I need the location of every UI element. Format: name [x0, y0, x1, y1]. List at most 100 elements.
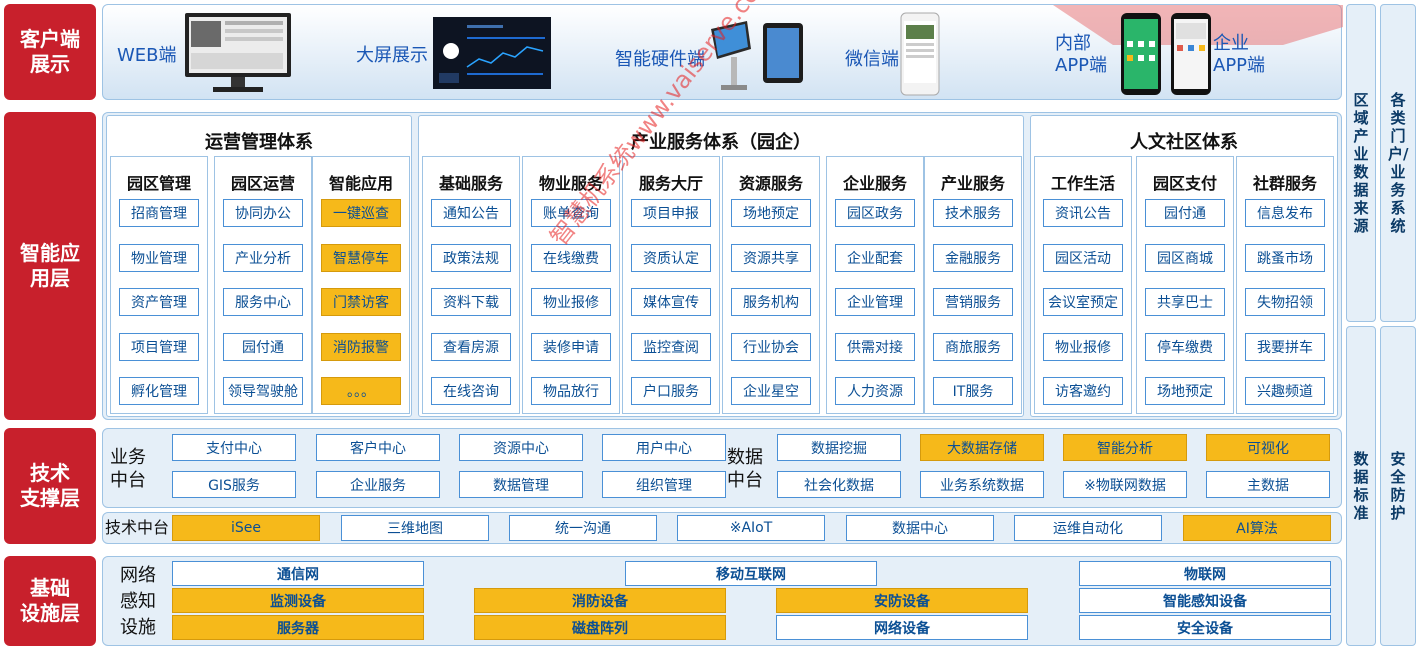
business-platform-pill[interactable]: 用户中心 [602, 434, 726, 461]
data-platform-pill[interactable]: 业务系统数据 [920, 471, 1044, 498]
infra-device-pill[interactable]: 智能感知设备 [1079, 588, 1331, 613]
infra-network-pill[interactable]: 移动互联网 [625, 561, 877, 586]
tech-platform-pill[interactable]: 数据中心 [846, 515, 994, 541]
app-item-pill[interactable]: 资产管理 [119, 288, 199, 316]
app-item-pill[interactable]: 商旅服务 [933, 332, 1013, 361]
app-item-pill[interactable]: 园付通 [223, 332, 303, 361]
infra-device-pill[interactable]: 磁盘阵列 [474, 615, 726, 640]
app-item-pill[interactable]: 领导驾驶舱 [223, 377, 303, 405]
app-item-pill[interactable]: 查看房源 [431, 332, 511, 361]
app-item-pill[interactable]: 账单查询 [531, 199, 611, 227]
app-item-pill[interactable]: 资质认定 [631, 243, 711, 272]
app-item-pill[interactable]: 户口服务 [631, 377, 711, 405]
app-item-pill[interactable]: 信息发布 [1245, 199, 1325, 227]
business-platform-pill[interactable]: 组织管理 [602, 471, 726, 498]
data-platform-pill[interactable]: 智能分析 [1063, 434, 1187, 461]
tech-platform-pill[interactable]: 三维地图 [341, 515, 489, 541]
app-item-pill[interactable]: 物业报修 [1043, 332, 1123, 361]
app-item-pill[interactable]: 一键巡查 [321, 199, 401, 227]
data-platform-pill[interactable]: 可视化 [1206, 434, 1330, 461]
monitor-icon [185, 13, 291, 92]
app-item-pill[interactable]: 停车缴费 [1145, 332, 1225, 361]
infra-network-pill[interactable]: 通信网 [172, 561, 424, 586]
tech-platform-pill[interactable]: ※AIoT [677, 515, 825, 541]
app-item-pill[interactable]: 资源共享 [731, 243, 811, 272]
business-platform-pill[interactable]: 支付中心 [172, 434, 296, 461]
app-item-pill[interactable]: 在线缴费 [531, 243, 611, 272]
column-box [214, 156, 312, 414]
app-item-pill[interactable]: 场地预定 [731, 199, 811, 227]
data-platform-pill[interactable]: 社会化数据 [777, 471, 901, 498]
app-item-pill[interactable]: 场地预定 [1145, 377, 1225, 405]
app-item-pill[interactable]: 园区商城 [1145, 243, 1225, 272]
app-item-pill[interactable]: 监控查阅 [631, 332, 711, 361]
data-platform-pill[interactable]: ※物联网数据 [1063, 471, 1187, 498]
data-platform-pill[interactable]: 大数据存储 [920, 434, 1044, 461]
app-item-pill[interactable]: 我要拼车 [1245, 332, 1325, 361]
app-item-pill[interactable]: 园区活动 [1043, 243, 1123, 272]
tech-platform-pill[interactable]: 运维自动化 [1014, 515, 1162, 541]
app-item-pill[interactable]: 项目申报 [631, 199, 711, 227]
app-item-pill[interactable]: 在线咨询 [431, 377, 511, 405]
app-item-pill[interactable]: 资讯公告 [1043, 199, 1123, 227]
app-item-pill[interactable]: 政策法规 [431, 243, 511, 272]
infra-device-pill[interactable]: 安防设备 [776, 588, 1028, 613]
app-item-pill[interactable]: 通知公告 [431, 199, 511, 227]
client-panel: WEB端 大屏展示 智能硬件端 微信端 内部 APP端 企业 APP端 [102, 4, 1343, 100]
infra-device-pill[interactable]: 安全设备 [1079, 615, 1331, 640]
business-platform-pill[interactable]: 资源中心 [459, 434, 583, 461]
app-item-pill[interactable]: 技术服务 [933, 199, 1013, 227]
app-item-pill[interactable]: 物业报修 [531, 288, 611, 316]
app-item-pill[interactable]: 物业管理 [119, 243, 199, 272]
app-item-pill[interactable]: 共享巴士 [1145, 288, 1225, 316]
app-item-pill[interactable]: 。。。 [321, 377, 401, 405]
app-item-pill[interactable]: 企业配套 [835, 243, 915, 272]
app-item-pill[interactable]: 供需对接 [835, 332, 915, 361]
app-item-pill[interactable]: 服务机构 [731, 288, 811, 316]
business-platform-pill[interactable]: 客户中心 [316, 434, 440, 461]
infra-network-pill[interactable]: 物联网 [1079, 561, 1331, 586]
app-item-pill[interactable]: IT服务 [933, 377, 1013, 405]
app-item-pill[interactable]: 兴趣频道 [1245, 377, 1325, 405]
business-platform-pill[interactable]: GIS服务 [172, 471, 296, 498]
data-platform-pill[interactable]: 数据挖掘 [777, 434, 901, 461]
infra-device-pill[interactable]: 监测设备 [172, 588, 424, 613]
app-item-pill[interactable]: 失物招领 [1245, 288, 1325, 316]
app-item-pill[interactable]: 行业协会 [731, 332, 811, 361]
app-item-pill[interactable]: 企业管理 [835, 288, 915, 316]
app-item-pill[interactable]: 项目管理 [119, 332, 199, 361]
app-item-pill[interactable]: 访客邀约 [1043, 377, 1123, 405]
app-item-pill[interactable]: 智慧停车 [321, 243, 401, 272]
infra-device-pill[interactable]: 消防设备 [474, 588, 726, 613]
app-item-pill[interactable]: 营销服务 [933, 288, 1013, 316]
app-item-pill[interactable]: 产业分析 [223, 243, 303, 272]
app-item-pill[interactable]: 会议室预定 [1043, 288, 1123, 316]
app-item-pill[interactable]: 物品放行 [531, 377, 611, 405]
app-item-pill[interactable]: 园付通 [1145, 199, 1225, 227]
business-platform-pill[interactable]: 企业服务 [316, 471, 440, 498]
column-title: 物业服务 [538, 174, 603, 193]
business-platform-pill[interactable]: 数据管理 [459, 471, 583, 498]
app-item-pill[interactable]: 招商管理 [119, 199, 199, 227]
tech-platform-pill[interactable]: iSee [172, 515, 320, 541]
data-platform-pill[interactable]: 主数据 [1206, 471, 1330, 498]
app-item-pill[interactable]: 园区政务 [835, 199, 915, 227]
app-item-pill[interactable]: 企业星空 [731, 377, 811, 405]
infra-device-pill[interactable]: 网络设备 [776, 615, 1028, 640]
app-item-pill[interactable]: 装修申请 [531, 332, 611, 361]
app-item-pill[interactable]: 协同办公 [223, 199, 303, 227]
app-item-pill[interactable]: 消防报警 [321, 332, 401, 361]
app-item-pill[interactable]: 孵化管理 [119, 377, 199, 405]
app-item-pill[interactable]: 人力资源 [835, 377, 915, 405]
app-item-pill[interactable]: 金融服务 [933, 243, 1013, 272]
app-item-pill[interactable]: 资料下载 [431, 288, 511, 316]
app-item-pill[interactable]: 门禁访客 [321, 288, 401, 316]
client-internal-app-label: 内部 APP端 [1055, 33, 1108, 76]
infra-device-pill[interactable]: 服务器 [172, 615, 424, 640]
app-item-pill[interactable]: 跳蚤市场 [1245, 243, 1325, 272]
tech-platform-pill[interactable]: 统一沟通 [509, 515, 657, 541]
app-item-pill[interactable]: 媒体宣传 [631, 288, 711, 316]
tech-platform-label: 技术中台 [105, 518, 170, 537]
app-item-pill[interactable]: 服务中心 [223, 288, 303, 316]
tech-platform-pill[interactable]: AI算法 [1183, 515, 1331, 541]
